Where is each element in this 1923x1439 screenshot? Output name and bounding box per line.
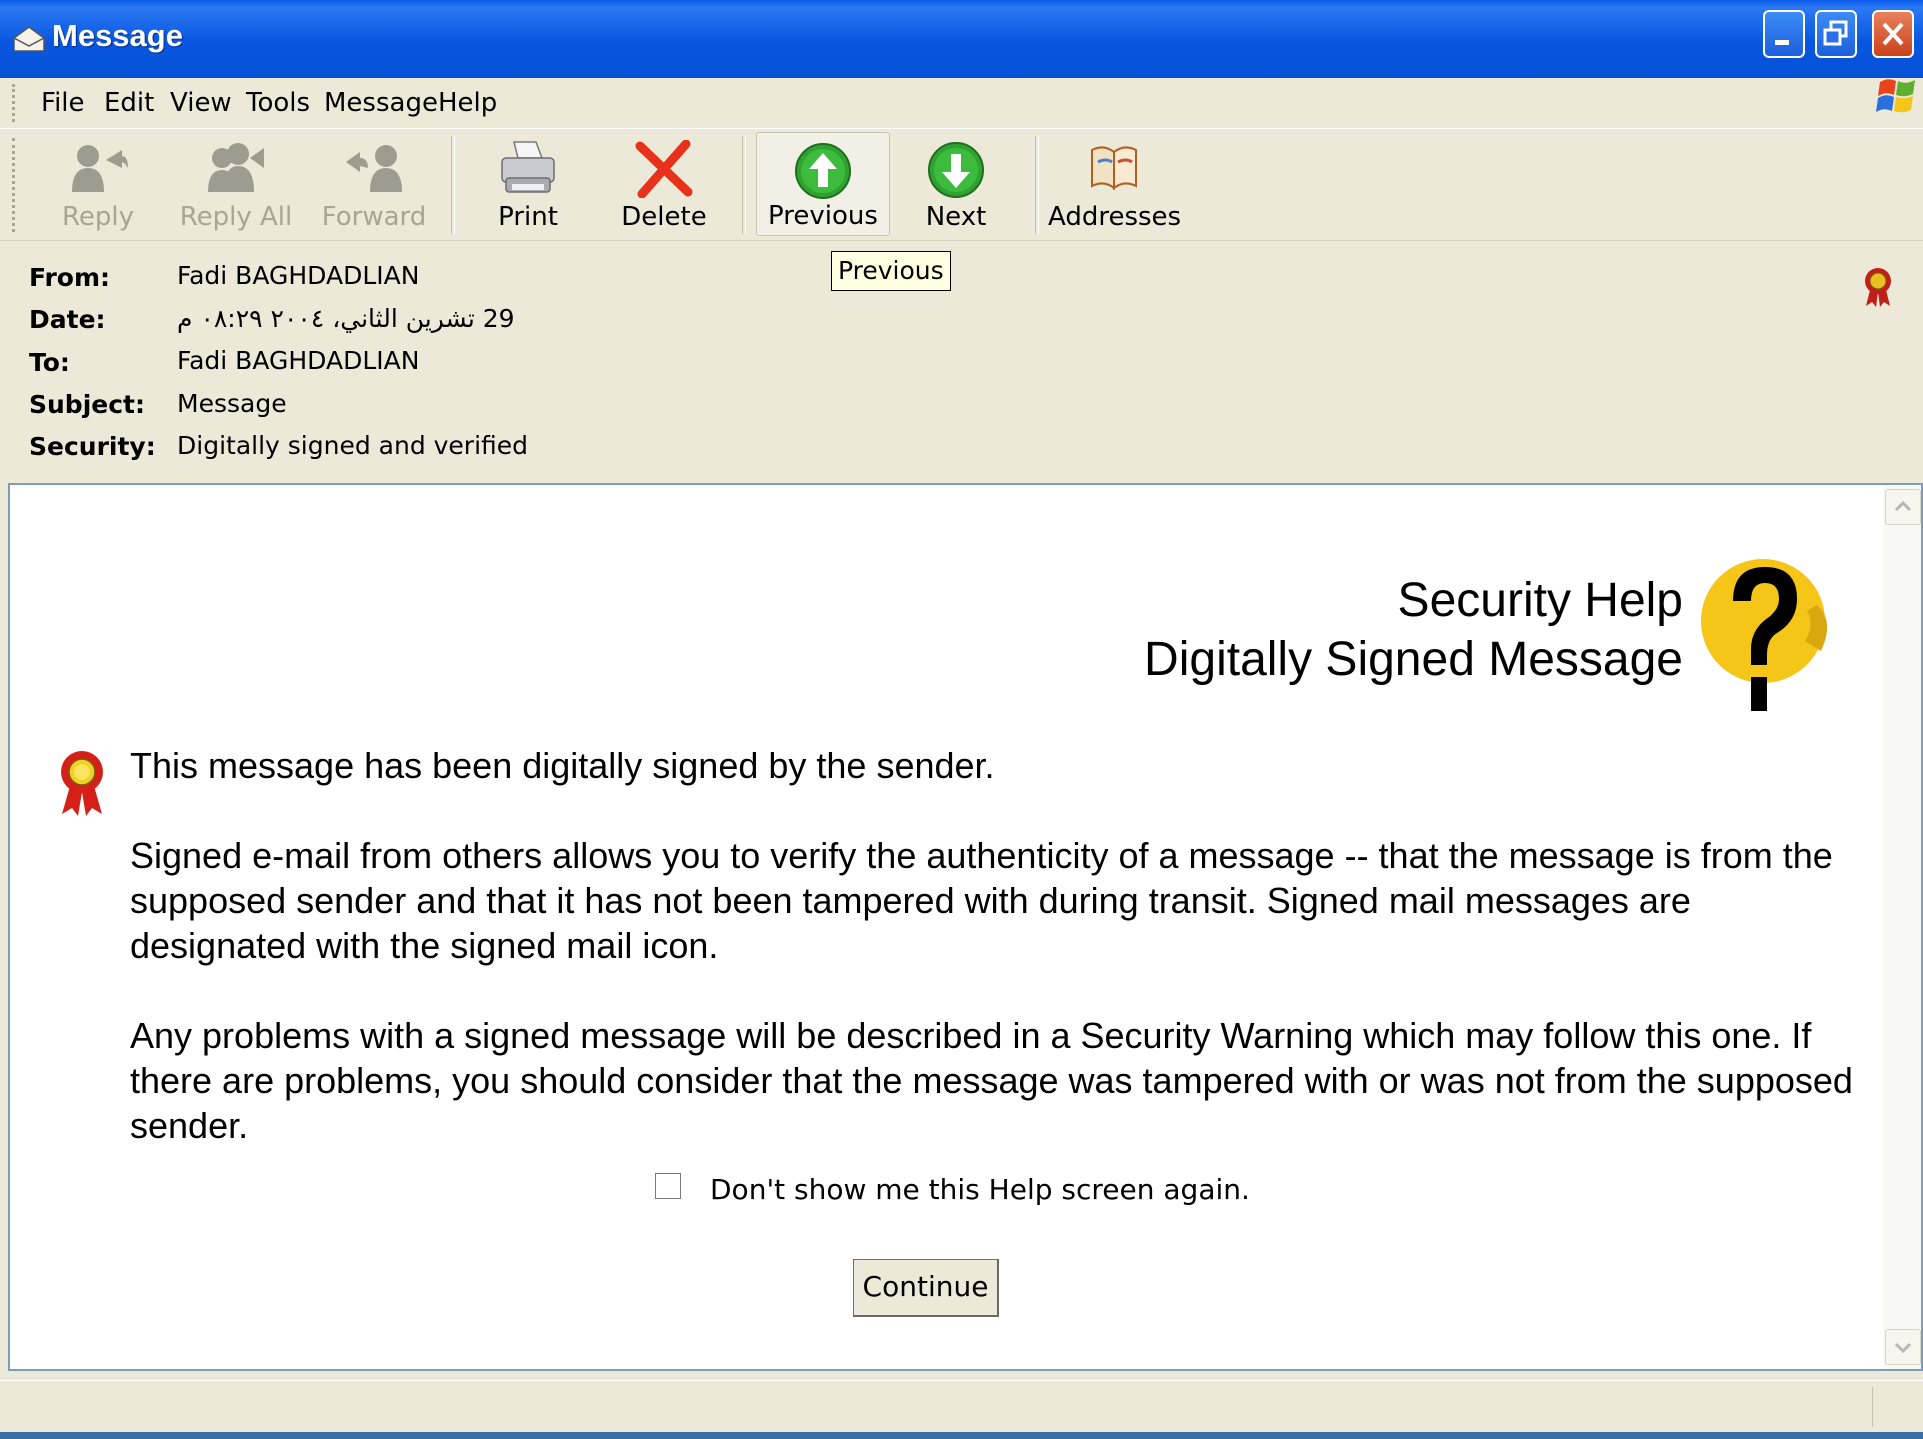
status-bar: [0, 1380, 1923, 1433]
addresses-label: Addresses: [1048, 202, 1182, 232]
previous-tooltip: Previous: [831, 251, 951, 291]
question-mark-icon: [1701, 559, 1828, 711]
from-label: From:: [29, 263, 111, 292]
reply-icon: [72, 145, 128, 192]
toolbar-separator: [451, 136, 455, 234]
menu-message[interactable]: Message: [324, 88, 438, 118]
up-arrow-icon: [795, 143, 851, 199]
windows-logo-icon: [1876, 79, 1915, 113]
signed-intro-text: This message has been digitally signed b…: [130, 745, 995, 786]
status-divider: [1872, 1387, 1873, 1427]
date-value: 29 تشرين الثاني، ٢٠٠٤ ٠٨:٢٩ م: [177, 304, 515, 333]
forward-button[interactable]: Forward: [316, 132, 432, 236]
toolbar: Reply Reply All Forward Print Delete Pre…: [0, 130, 1923, 241]
help-title: Security Help: [1397, 574, 1683, 627]
menu-help[interactable]: Help: [438, 88, 497, 118]
envelope-icon: [13, 26, 45, 52]
addresses-button[interactable]: Addresses: [1048, 132, 1182, 236]
forward-label: Forward: [321, 202, 427, 232]
scroll-down-button[interactable]: [1885, 1329, 1921, 1365]
address-book-icon: [1091, 146, 1137, 191]
restore-button[interactable]: [1815, 10, 1857, 58]
minimize-icon: [1775, 40, 1789, 45]
dont-show-again-label[interactable]: Don't show me this Help screen again.: [710, 1173, 1250, 1206]
printer-icon: [501, 141, 555, 193]
menu-file[interactable]: File: [41, 88, 85, 118]
help-subtitle: Digitally Signed Message: [1144, 633, 1683, 686]
security-warning-text: Any problems with a signed message will …: [130, 1015, 1853, 1146]
to-value[interactable]: Fadi BAGHDADLIAN: [177, 346, 419, 375]
continue-button[interactable]: Continue: [853, 1259, 999, 1317]
taskbar-edge: [0, 1432, 1923, 1439]
menu-tools[interactable]: Tools: [246, 88, 310, 118]
next-label: Next: [925, 202, 987, 232]
previous-label: Previous: [768, 201, 878, 231]
subject-label: Subject:: [29, 390, 145, 419]
close-button[interactable]: [1872, 10, 1914, 58]
security-value: Digitally signed and verified: [177, 431, 529, 460]
dont-show-again-checkbox[interactable]: [655, 1173, 681, 1199]
message-body: Security Help Digitally Signed Message T…: [8, 483, 1923, 1371]
reply-label: Reply: [61, 202, 134, 232]
toolbar-grip[interactable]: [12, 138, 19, 232]
title-bar[interactable]: Message: [0, 0, 1923, 79]
delete-x-icon: [635, 140, 693, 198]
to-label: To:: [29, 348, 70, 377]
signed-ribbon-icon: [61, 751, 103, 816]
delete-button[interactable]: Delete: [612, 132, 716, 236]
signed-mail-icon[interactable]: [1860, 266, 1896, 308]
subject-value: Message: [177, 389, 287, 418]
chevron-down-icon: [1894, 1342, 1912, 1354]
reply-all-icon: [208, 143, 264, 192]
reply-all-button[interactable]: Reply All: [178, 132, 294, 236]
previous-button[interactable]: Previous: [756, 132, 890, 236]
menu-view[interactable]: View: [170, 88, 232, 118]
menu-grip[interactable]: [12, 84, 19, 122]
reply-all-label: Reply All: [179, 202, 293, 232]
forward-icon: [346, 145, 402, 192]
restore-icon: [1823, 20, 1848, 46]
security-label: Security:: [29, 432, 156, 461]
toolbar-separator: [1035, 136, 1039, 234]
chevron-up-icon: [1894, 500, 1912, 512]
menu-bar: File Edit View Tools Message Help: [0, 78, 1923, 129]
print-label: Print: [498, 202, 558, 232]
signed-explanation-text: Signed e-mail from others allows you to …: [130, 835, 1833, 966]
date-label: Date:: [29, 305, 106, 334]
print-button[interactable]: Print: [478, 132, 578, 236]
next-button[interactable]: Next: [904, 132, 1008, 236]
vertical-scrollbar[interactable]: [1883, 485, 1921, 1369]
minimize-button[interactable]: [1763, 10, 1805, 58]
from-value[interactable]: Fadi BAGHDADLIAN: [177, 261, 419, 290]
toolbar-separator: [742, 136, 746, 234]
message-window: Message File Edit View Tools Message Hel…: [0, 0, 1923, 1439]
close-icon: [1882, 22, 1904, 46]
menu-edit[interactable]: Edit: [104, 88, 154, 118]
reply-button[interactable]: Reply: [46, 132, 150, 236]
scroll-up-button[interactable]: [1885, 489, 1921, 525]
window-title: Message: [52, 18, 183, 53]
delete-label: Delete: [621, 202, 707, 232]
down-arrow-icon: [928, 142, 984, 198]
